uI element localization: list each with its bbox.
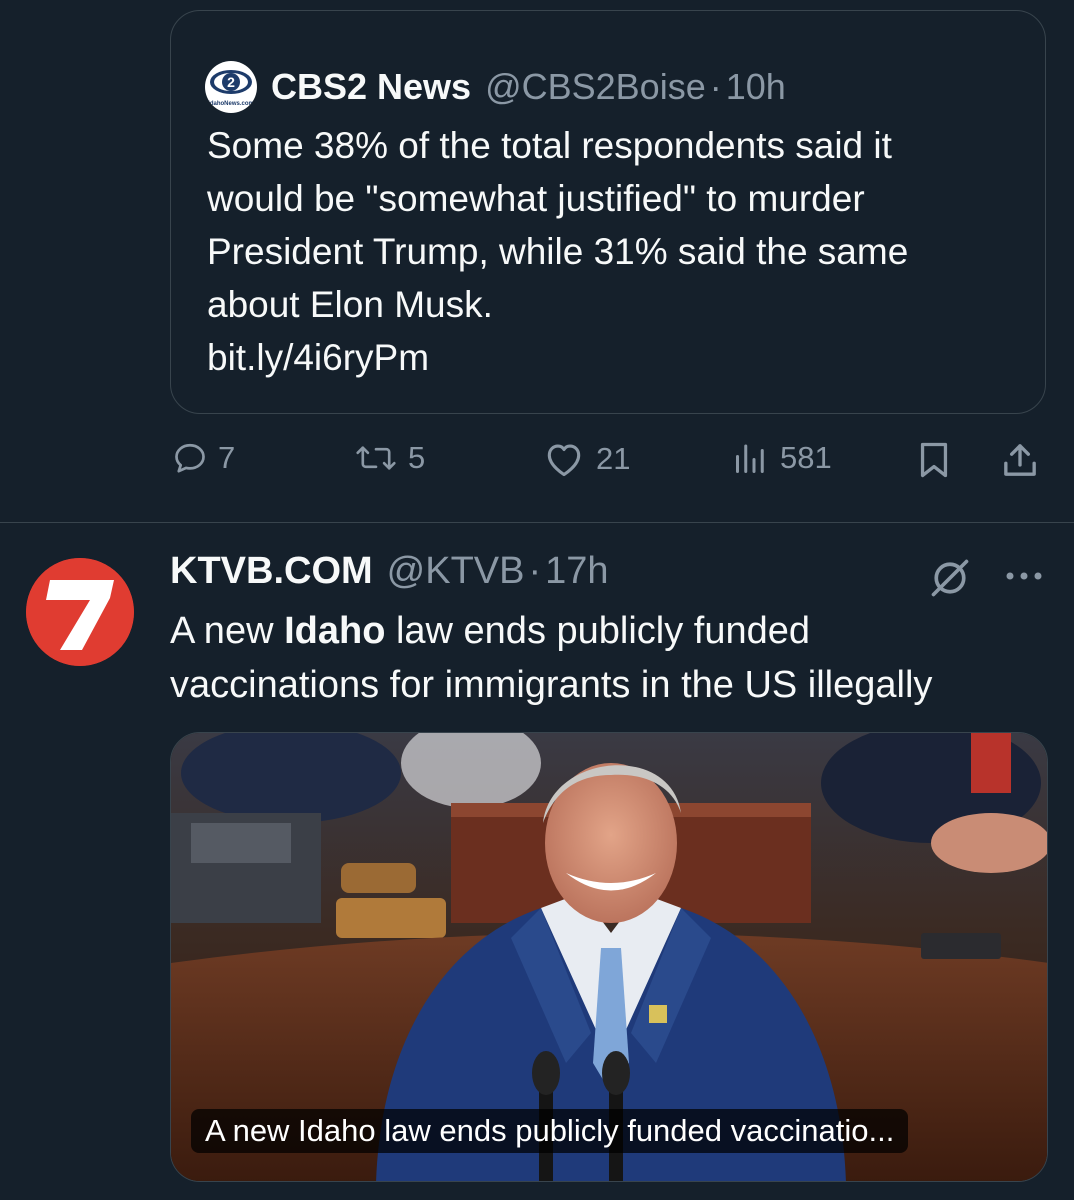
like-icon <box>547 444 581 477</box>
author-handle[interactable]: @KTVB <box>387 550 525 593</box>
tweet-time[interactable]: 17h <box>545 550 608 593</box>
repost-icon <box>356 446 396 470</box>
repost-count: 5 <box>408 440 426 475</box>
meta-separator: · <box>528 550 542 592</box>
tweet-text-prefix: A new <box>170 610 285 652</box>
like-button[interactable]: 21 <box>542 440 630 478</box>
bookmark-button[interactable] <box>916 440 952 480</box>
media-caption: A new Idaho law ends publicly funded vac… <box>191 1109 909 1153</box>
svg-text:2: 2 <box>227 74 235 90</box>
tweet-text-bold: Idaho <box>284 610 386 652</box>
repost-button[interactable]: 5 <box>354 440 425 476</box>
tweet-text-line: A new Idaho law ends publicly funded <box>170 604 1050 658</box>
grok-icon[interactable] <box>928 556 972 600</box>
quoted-tweet-card[interactable]: 2 IdahoNews.com CBS2 News @CBS2Boise · 1… <box>170 10 1046 414</box>
views-button[interactable]: 581 <box>732 440 832 476</box>
bookmark-icon <box>920 442 948 478</box>
tweet-text: A new Idaho law ends publicly funded vac… <box>170 604 1050 712</box>
views-icon <box>736 444 764 473</box>
ktvb-7-logo-icon <box>26 558 134 666</box>
quoted-text-line: Some 38% of the total respondents said i… <box>207 125 892 166</box>
reply-button[interactable]: 7 <box>172 440 235 476</box>
tweet-text-rest: law ends publicly funded <box>385 610 811 652</box>
share-icon <box>1004 444 1036 476</box>
tweet-action-bar: 7 5 21 581 <box>0 440 1074 490</box>
quoted-text-line: would be "somewhat justified" to murder <box>207 178 865 219</box>
quoted-tweet-text: Some 38% of the total respondents said i… <box>207 119 1027 384</box>
like-count: 21 <box>596 441 631 476</box>
cbs2-logo-text: IdahoNews.com <box>208 101 254 107</box>
tweet-text-line: vaccinations for immigrants in the US il… <box>170 664 933 706</box>
link-media-card[interactable]: A new Idaho law ends publicly funded vac… <box>170 732 1048 1182</box>
cbs-eye-logo-icon: 2 <box>210 70 252 94</box>
quoted-tweet-time[interactable]: 10h <box>726 66 786 108</box>
more-icon[interactable] <box>1004 570 1044 582</box>
quoted-author-handle[interactable]: @CBS2Boise <box>485 66 706 108</box>
quoted-text-line: about Elon Musk. <box>207 284 493 325</box>
quoted-tweet-header: 2 IdahoNews.com CBS2 News @CBS2Boise · 1… <box>205 61 786 113</box>
meta-separator: · <box>709 66 722 107</box>
share-button[interactable] <box>1000 440 1040 480</box>
quoted-author-name[interactable]: CBS2 News <box>271 66 471 108</box>
quoted-tweet-link[interactable]: bit.ly/4i6ryPm <box>207 331 1027 384</box>
tweet-divider <box>0 522 1074 523</box>
author-name[interactable]: KTVB.COM <box>170 550 373 593</box>
reply-count: 7 <box>218 440 236 475</box>
reply-icon <box>175 443 205 473</box>
ktvb-avatar[interactable] <box>26 558 134 666</box>
views-count: 581 <box>780 440 832 475</box>
cbs2-avatar[interactable]: 2 IdahoNews.com <box>205 61 257 113</box>
tweet-header: KTVB.COM @KTVB · 17h <box>170 550 609 593</box>
quoted-text-line: President Trump, while 31% said the same <box>207 231 909 272</box>
